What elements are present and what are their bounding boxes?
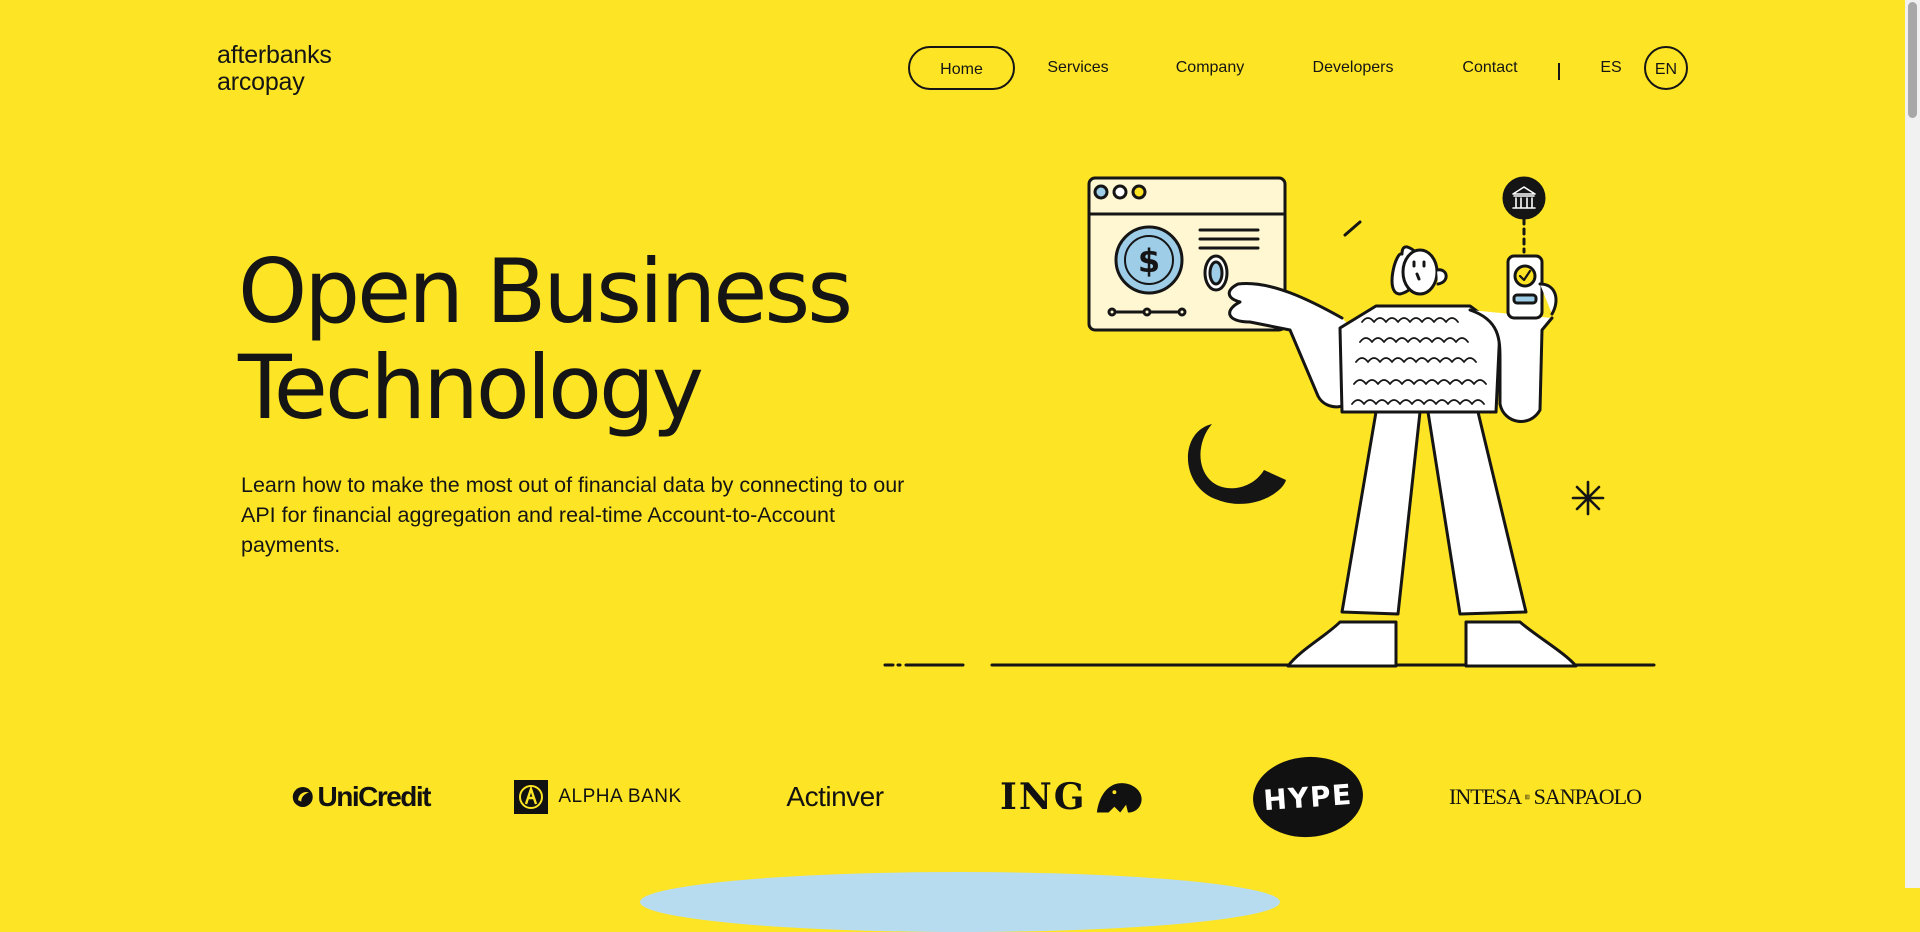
hero-subtitle: Learn how to make the most out of financ… [241, 473, 905, 557]
partner-logo-hype: HYPE [1250, 753, 1366, 841]
nav-item-home[interactable]: Home [908, 46, 1015, 90]
nav-divider [1558, 63, 1560, 80]
hero-title: Open Business Technology [238, 240, 853, 439]
bank-icon [1502, 176, 1546, 220]
crescent-shape [1187, 424, 1286, 504]
character-left-shoe [1286, 620, 1398, 668]
partner-name-ing: ING [1000, 776, 1087, 818]
partner-logo-alpha-bank: ALPHA BANK [513, 755, 683, 839]
page-scrollbar[interactable] [1905, 0, 1920, 888]
nav-item-developers[interactable]: Developers [1300, 46, 1406, 90]
partner-name-alpha-bank: ALPHA BANK [558, 786, 682, 807]
window-dot-white [1112, 184, 1128, 200]
alpha-bank-mark-icon [514, 780, 549, 814]
nav-item-contact[interactable]: Contact [1452, 46, 1528, 90]
unicredit-mark-icon [292, 787, 313, 807]
dollar-symbol: $ [1138, 242, 1160, 280]
scrollbar-thumb[interactable] [1908, 2, 1917, 118]
sparkle-icon [1571, 480, 1605, 516]
intesa-temple-icon [1525, 794, 1530, 800]
hero-title-line1: Open Business [238, 240, 853, 343]
character-left-leg [1340, 410, 1422, 616]
lang-en-link[interactable]: EN [1644, 46, 1688, 90]
character-right-shoe [1464, 620, 1578, 668]
partner-logo-unicredit: UniCredit [292, 755, 432, 839]
partner-name-intesa: INTESA [1449, 784, 1522, 809]
next-section-arc [640, 872, 1280, 932]
character-right-leg [1426, 410, 1528, 616]
partner-logo-intesa-sanpaolo: INTESA SANPAOLO [1449, 755, 1642, 839]
window-dot-blue [1093, 184, 1109, 200]
nav-item-company[interactable]: Company [1164, 46, 1256, 90]
character-head [1401, 248, 1439, 296]
ing-lion-icon [1096, 783, 1142, 813]
hype-badge: HYPE [1250, 753, 1366, 841]
check-badge-icon [1513, 264, 1537, 288]
lang-es-link[interactable]: ES [1596, 46, 1626, 90]
partner-logo-actinver: Actinver [780, 755, 890, 839]
window-dot-yellow [1131, 184, 1147, 200]
partner-name-sanpaolo: SANPAOLO [1533, 784, 1642, 809]
main-nav: Home Services Company Developers Contact… [0, 46, 1920, 90]
nav-item-services[interactable]: Services [1035, 46, 1121, 90]
partner-name-unicredit: UniCredit [317, 781, 432, 812]
partner-name-actinver: Actinver [786, 781, 884, 812]
partner-name-hype: HYPE [1262, 777, 1354, 817]
partner-logo-ing: ING [1000, 755, 1145, 839]
hero-illustration: $ [883, 176, 1656, 668]
hero-title-line2: Technology [238, 336, 704, 439]
